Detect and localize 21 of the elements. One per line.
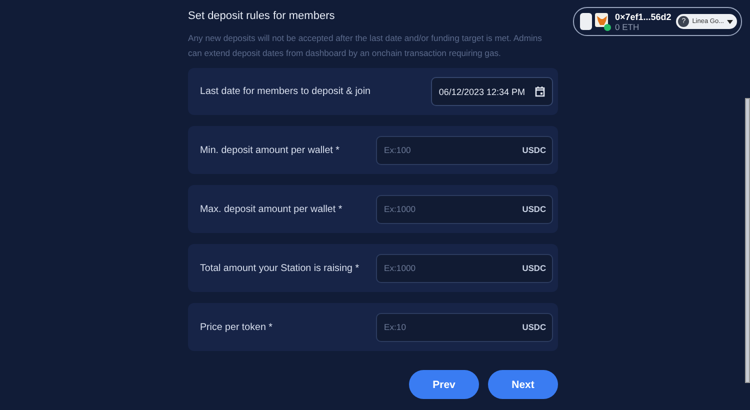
field-label: Last date for members to deposit & join: [200, 86, 370, 97]
scrollbar[interactable]: [745, 98, 750, 383]
section-title: Set deposit rules for members: [188, 10, 336, 22]
avatar-icon: [580, 13, 592, 30]
field-label: Min. deposit amount per wallet *: [200, 144, 340, 156]
field-label: Max. deposit amount per wallet *: [200, 204, 342, 214]
caret-icon: [727, 20, 733, 24]
fox-icon: [595, 13, 608, 27]
unit-label: USDC: [522, 322, 546, 332]
unit-label: USDC: [522, 144, 546, 154]
wallet-balance: 0 ETH: [615, 22, 640, 32]
unit-label: USDC: [522, 262, 546, 272]
field-label: Total amount your Station is raising *: [200, 262, 360, 274]
wallet-address: 0×7ef1...56d2: [615, 12, 672, 22]
field-label: Price per token *: [200, 322, 272, 332]
section-description: Any new deposits will not be accepted after the last date and/or funding target is met. Admins can extend deposit dates from dashboard by an onchain transaction requiring gas.: [188, 32, 543, 60]
prev-button[interactable]: Prev: [409, 370, 479, 399]
next-button[interactable]: Next: [488, 370, 558, 399]
unit-label: USDC: [522, 204, 546, 214]
date-field[interactable]: 06/12/2023 12:34 PM: [430, 77, 553, 106]
calendar-icon[interactable]: [535, 86, 545, 97]
